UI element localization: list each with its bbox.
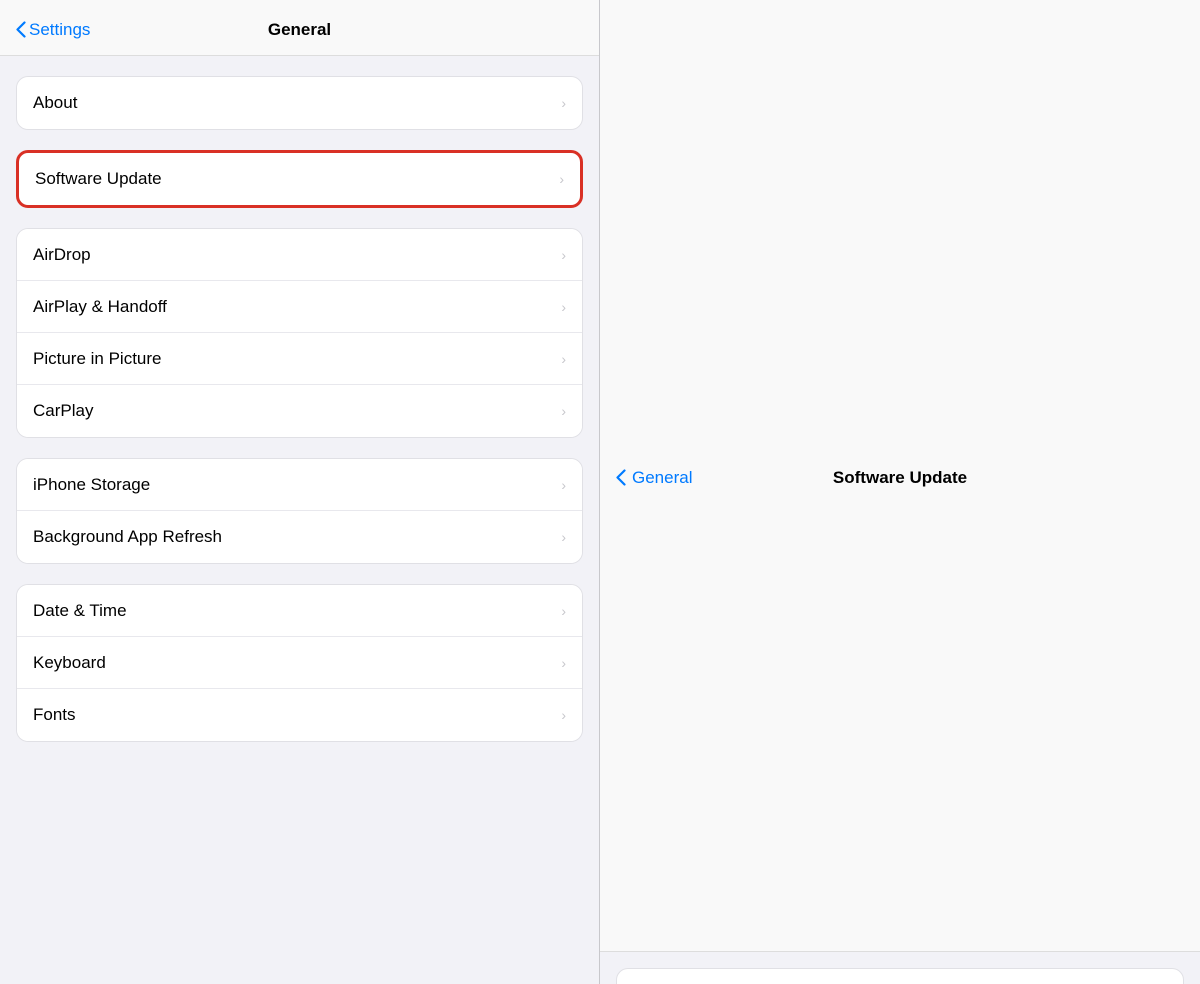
settings-row-airplay-handoff[interactable]: AirPlay & Handoff › <box>17 281 582 333</box>
airdrop-chevron: › <box>561 247 566 263</box>
settings-row-about[interactable]: About › <box>17 77 582 129</box>
fonts-label: Fonts <box>33 705 76 725</box>
keyboard-chevron: › <box>561 655 566 671</box>
left-back-button[interactable]: Settings <box>16 20 90 40</box>
settings-row-iphone-storage[interactable]: iPhone Storage › <box>17 459 582 511</box>
right-chevron-left-icon <box>616 469 626 486</box>
chevron-left-icon <box>16 21 26 38</box>
settings-group-3: iPhone Storage › Background App Refresh … <box>16 458 583 564</box>
background-app-refresh-label: Background App Refresh <box>33 527 222 547</box>
iphone-storage-label: iPhone Storage <box>33 475 150 495</box>
fonts-chevron: › <box>561 707 566 723</box>
background-app-refresh-chevron: › <box>561 529 566 545</box>
picture-in-picture-label: Picture in Picture <box>33 349 162 369</box>
left-back-label: Settings <box>29 20 90 40</box>
about-chevron: › <box>561 95 566 111</box>
left-panel: Settings General About › Software Update… <box>0 0 600 984</box>
settings-row-keyboard[interactable]: Keyboard › <box>17 637 582 689</box>
settings-row-airdrop[interactable]: AirDrop › <box>17 229 582 281</box>
date-time-label: Date & Time <box>33 601 127 621</box>
software-update-label: Software Update <box>35 169 162 189</box>
date-time-chevron: › <box>561 603 566 619</box>
software-update-chevron: › <box>559 171 564 187</box>
right-back-button[interactable]: General <box>616 468 692 488</box>
right-back-label: General <box>632 468 692 488</box>
carplay-label: CarPlay <box>33 401 93 421</box>
settings-group-1: About › <box>16 76 583 130</box>
right-content-area: 17 iOS 17 Apple Inc. Downloaded iOS 17 b… <box>600 952 1200 984</box>
settings-row-software-update[interactable]: Software Update › <box>19 153 580 205</box>
settings-group-2: AirDrop › AirPlay & Handoff › Picture in… <box>16 228 583 438</box>
left-nav-header: Settings General <box>0 0 599 56</box>
carplay-chevron: › <box>561 403 566 419</box>
airplay-handoff-label: AirPlay & Handoff <box>33 297 167 317</box>
settings-row-date-time[interactable]: Date & Time › <box>17 585 582 637</box>
iphone-storage-chevron: › <box>561 477 566 493</box>
right-nav-header: General Software Update <box>600 0 1200 952</box>
settings-row-carplay[interactable]: CarPlay › <box>17 385 582 437</box>
airplay-handoff-chevron: › <box>561 299 566 315</box>
update-card: 17 iOS 17 Apple Inc. Downloaded iOS 17 b… <box>616 968 1184 984</box>
right-nav-title: Software Update <box>833 468 967 488</box>
keyboard-label: Keyboard <box>33 653 106 673</box>
settings-row-fonts[interactable]: Fonts › <box>17 689 582 741</box>
left-nav-title: General <box>268 20 331 40</box>
about-label: About <box>33 93 77 113</box>
software-update-group: Software Update › <box>16 150 583 208</box>
settings-list: About › Software Update › AirDrop › AirP… <box>0 56 599 984</box>
right-panel: General Software Update 17 iOS 17 Apple … <box>600 0 1200 984</box>
picture-in-picture-chevron: › <box>561 351 566 367</box>
settings-row-background-app-refresh[interactable]: Background App Refresh › <box>17 511 582 563</box>
airdrop-label: AirDrop <box>33 245 91 265</box>
settings-row-picture-in-picture[interactable]: Picture in Picture › <box>17 333 582 385</box>
settings-group-4: Date & Time › Keyboard › Fonts › <box>16 584 583 742</box>
